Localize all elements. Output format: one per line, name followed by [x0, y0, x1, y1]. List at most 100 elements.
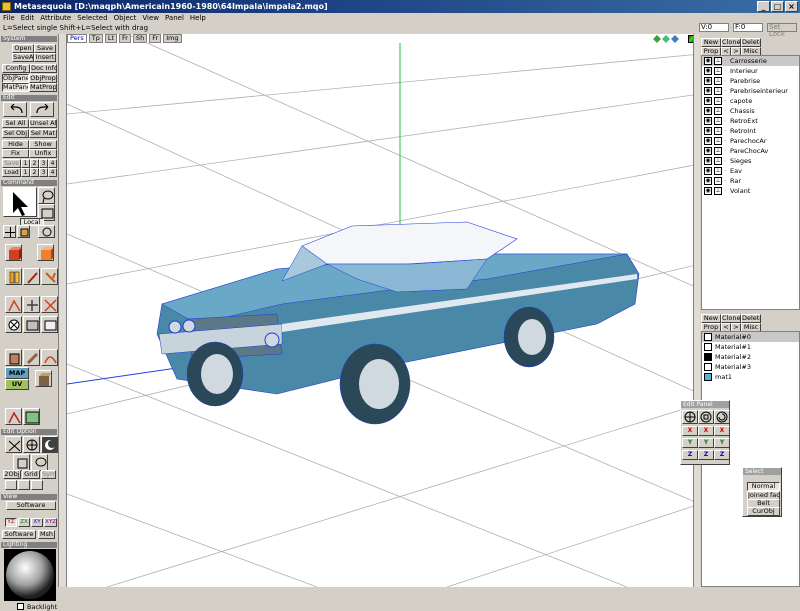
visibility-eye-icon[interactable]: ◉	[704, 97, 712, 105]
scale-x-button[interactable]: X	[698, 426, 714, 436]
save-slot-2[interactable]: 2	[30, 159, 39, 168]
object-new-button[interactable]: New	[701, 38, 721, 47]
object-row[interactable]: ◉ ⊥ · Volant	[702, 186, 799, 196]
edit-vertex-mode[interactable]	[5, 436, 22, 453]
undo-button[interactable]	[3, 102, 27, 117]
lasso-tool[interactable]	[38, 187, 55, 204]
object-row[interactable]: ◉ ⊥ · Chassis	[702, 106, 799, 116]
menu-view[interactable]: View	[142, 13, 159, 23]
scale-z-button[interactable]: Z	[698, 450, 714, 460]
rotate-x-button[interactable]: X	[714, 426, 730, 436]
lock-icon[interactable]: ⊥	[714, 77, 722, 85]
select-all-button[interactable]: Sel All	[2, 119, 29, 128]
view-xy-button[interactable]: XY	[31, 518, 43, 527]
save-slot-3[interactable]: 3	[39, 159, 48, 168]
object-row[interactable]: ◉ ⊥ · RetroInt	[702, 126, 799, 136]
object-row[interactable]: ◉ ⊥ · Parebriseinterieur	[702, 86, 799, 96]
knife-tool[interactable]	[5, 268, 22, 285]
paint-tool[interactable]	[5, 349, 22, 366]
object-row[interactable]: ◉ ⊥ · Carrosserie	[702, 56, 799, 66]
view-zx-button[interactable]: ZX	[18, 518, 30, 527]
fix-button[interactable]: Fix	[2, 149, 29, 158]
visibility-eye-icon[interactable]: ◉	[704, 77, 712, 85]
edit-line-mode[interactable]	[23, 436, 40, 453]
scale-y-button[interactable]: Y	[698, 438, 714, 448]
move-z-button[interactable]: Z	[682, 450, 698, 460]
visibility-eye-icon[interactable]: ◉	[704, 177, 712, 185]
move-x-button[interactable]: X	[682, 426, 698, 436]
save-slot-1[interactable]: 1	[21, 159, 30, 168]
select-curobj-option[interactable]: CurObj	[747, 507, 780, 516]
command-panel-scrollbar[interactable]	[58, 34, 66, 587]
visibility-eye-icon[interactable]: ◉	[704, 87, 712, 95]
unselect-all-button[interactable]: Unsel All	[29, 119, 57, 128]
unfix-button[interactable]: Unfix	[29, 149, 57, 158]
split-tool[interactable]	[23, 316, 40, 333]
object-row[interactable]: ◉ ⊥ · Sieges	[702, 156, 799, 166]
open-button[interactable]: Open	[12, 44, 34, 53]
menu-edit[interactable]: Edit	[21, 13, 35, 23]
axis-y-lock[interactable]	[18, 480, 30, 490]
rotate-z-button[interactable]: Z	[714, 450, 730, 460]
lock-icon[interactable]: ⊥	[714, 67, 722, 75]
matprop-button[interactable]: MatProp	[29, 83, 57, 92]
insert-button[interactable]: Insert	[34, 53, 56, 62]
rotate-y-button[interactable]: Y	[714, 438, 730, 448]
visibility-eye-icon[interactable]: ◉	[704, 57, 712, 65]
lock-icon[interactable]: ⊥	[714, 187, 722, 195]
solid-tool[interactable]	[37, 244, 54, 261]
edit-rotate-button[interactable]	[714, 410, 730, 424]
edit-scale-button[interactable]	[698, 410, 714, 424]
load-slot-1[interactable]: 1	[21, 168, 30, 177]
lock-icon[interactable]: ⊥	[714, 157, 722, 165]
object-row[interactable]: ◉ ⊥ · ParechocAr	[702, 136, 799, 146]
objpanel-button[interactable]: ObjPanel	[2, 74, 29, 83]
object-clone-button[interactable]: Clone	[721, 38, 741, 47]
maximize-button[interactable]: □	[771, 1, 784, 12]
visibility-eye-icon[interactable]: ◉	[704, 187, 712, 195]
lock-icon[interactable]: ⊥	[714, 177, 722, 185]
object-row[interactable]: ◉ ⊥ · Eav	[702, 166, 799, 176]
map-tool[interactable]: MAP	[5, 367, 29, 379]
mesh-button[interactable]: Msh	[38, 530, 55, 539]
uv-tool[interactable]: UV	[5, 379, 29, 390]
object-row[interactable]: ◉ ⊥ · RetroExt	[702, 116, 799, 126]
edge-tool[interactable]	[41, 296, 58, 313]
2obj-button[interactable]: 2Obj	[3, 470, 21, 479]
square-select-mode[interactable]	[13, 454, 30, 471]
visibility-eye-icon[interactable]: ◉	[704, 127, 712, 135]
material-clone-button[interactable]: Clone	[721, 314, 741, 323]
visibility-eye-icon[interactable]: ◉	[704, 147, 712, 155]
menu-panel[interactable]: Panel	[165, 13, 184, 23]
material-row[interactable]: Material#0	[702, 332, 799, 342]
visibility-eye-icon[interactable]: ◉	[704, 157, 712, 165]
show-button[interactable]: Show	[29, 140, 57, 149]
load-slot-2[interactable]: 2	[30, 168, 39, 177]
rotate-tool[interactable]	[38, 225, 55, 238]
visibility-eye-icon[interactable]: ◉	[704, 167, 712, 175]
save-button[interactable]: Save	[34, 44, 56, 53]
menu-selected[interactable]: Selected	[77, 13, 107, 23]
object-row[interactable]: ◉ ⊥ · Rar	[702, 176, 799, 186]
lock-icon[interactable]: ⊥	[714, 147, 722, 155]
view-xyz-button[interactable]: XYZ	[44, 518, 57, 527]
grid-button[interactable]: Grid	[22, 470, 40, 479]
software-render-button[interactable]: Software	[6, 501, 56, 510]
material-row[interactable]: Material#2	[702, 352, 799, 362]
lock-icon[interactable]: ⊥	[714, 57, 722, 65]
object-row[interactable]: ◉ ⊥ · Interieur	[702, 66, 799, 76]
material-delete-button[interactable]: Delete	[741, 314, 761, 323]
lock-icon[interactable]: ⊥	[714, 117, 722, 125]
move-y-button[interactable]: Y	[682, 438, 698, 448]
axis-z-lock[interactable]	[31, 480, 43, 490]
vertex-tool[interactable]	[5, 408, 22, 425]
object-row[interactable]: ◉ ⊥ · Parebrise	[702, 76, 799, 86]
weld-tool[interactable]	[23, 296, 40, 313]
backlight-checkbox[interactable]	[17, 603, 24, 610]
menu-help[interactable]: Help	[190, 13, 206, 23]
material-row[interactable]: Material#3	[702, 362, 799, 372]
hide-button[interactable]: Hide	[2, 140, 29, 149]
lock-icon[interactable]: ⊥	[714, 87, 722, 95]
box-tool[interactable]	[5, 244, 22, 261]
pull-tool[interactable]	[41, 268, 58, 285]
